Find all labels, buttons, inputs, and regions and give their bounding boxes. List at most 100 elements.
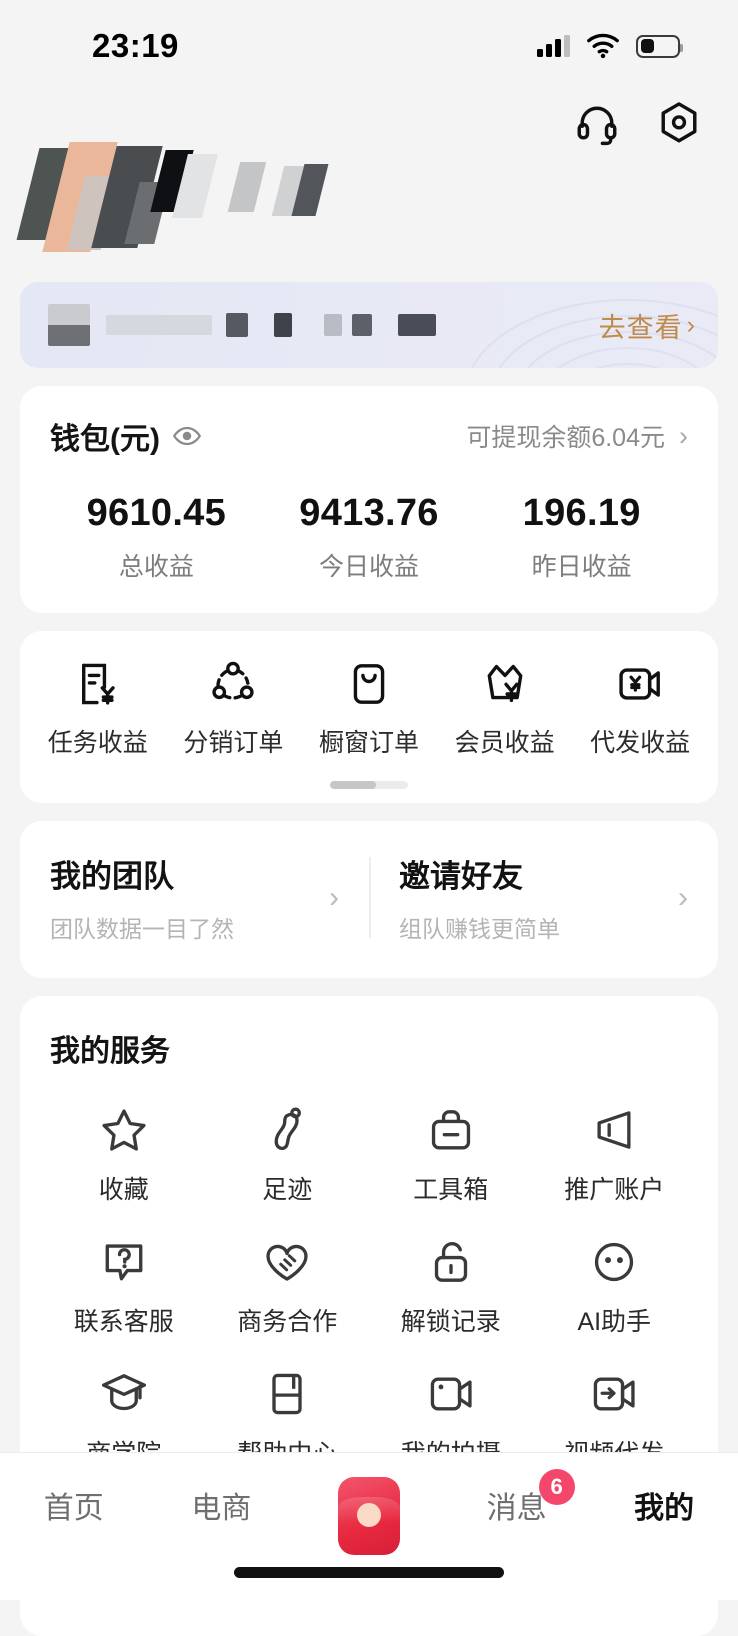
tab-messages[interactable]: 消息 6: [443, 1483, 591, 1527]
chevron-right-icon: ›: [687, 311, 696, 340]
megaphone-icon: [588, 1104, 640, 1156]
service-label: 解锁记录: [401, 1302, 501, 1338]
quick-action-label: 会员收益: [455, 723, 555, 759]
video-yuan-icon: [615, 659, 665, 709]
red-envelope-icon: [338, 1477, 400, 1555]
quick-action-member-income[interactable]: 会员收益: [437, 659, 573, 759]
share-nodes-icon: [208, 659, 258, 709]
service-label: 足迹: [262, 1170, 312, 1206]
service-item-favorites[interactable]: 收藏: [42, 1104, 206, 1206]
banner-blurred-text: [48, 304, 436, 346]
avatar: [28, 140, 328, 255]
services-title: 我的服务: [50, 1026, 696, 1070]
quick-action-label: 分销订单: [183, 723, 283, 759]
service-label: AI助手: [577, 1302, 651, 1338]
chevron-right-icon: ›: [678, 881, 688, 915]
banner-cta-label: 去查看: [599, 306, 683, 345]
wallet-card: 钱包(元) 可提现余额6.04元 › 9610.45 总收益 9413.76 今…: [20, 386, 718, 613]
shopping-bag-icon: [344, 659, 394, 709]
service-item-promotion-account[interactable]: 推广账户: [533, 1104, 697, 1206]
tab-mine[interactable]: 我的: [590, 1483, 738, 1527]
video-forward-icon: [588, 1368, 640, 1420]
header-actions: [574, 100, 702, 146]
stat-label: 今日收益: [263, 547, 476, 583]
team-entry-title: 我的团队: [50, 851, 234, 896]
camera-video-icon: [425, 1368, 477, 1420]
wallet-title: 钱包(元): [50, 414, 202, 458]
quick-actions-card: 任务收益 分销订单 橱窗订单: [20, 631, 718, 803]
status-bar-indicators: [537, 33, 680, 59]
settings-hex-icon[interactable]: [656, 100, 702, 146]
tab-label: 电商: [191, 1483, 251, 1527]
wallet-title-label: 钱包(元): [50, 414, 160, 458]
service-label: 收藏: [99, 1170, 149, 1206]
status-bar-time: 23:19: [92, 27, 179, 65]
bottom-tab-bar: 首页 电商 消息 6 我的: [0, 1452, 738, 1600]
service-item-unlock-records[interactable]: 解锁记录: [369, 1236, 533, 1338]
quick-action-distribution-orders[interactable]: 分销订单: [166, 659, 302, 759]
toolbox-icon: [425, 1104, 477, 1156]
tab-label: 消息: [487, 1483, 547, 1527]
service-label: 推广账户: [564, 1170, 664, 1206]
service-item-ai-assistant[interactable]: AI助手: [533, 1236, 697, 1338]
wallet-stat-total[interactable]: 9610.45 总收益: [50, 492, 263, 583]
home-indicator: [234, 1567, 504, 1578]
signal-bars-icon: [537, 35, 570, 57]
withdrawable-balance-label: 可提现余额6.04元: [466, 418, 665, 454]
battery-icon: [636, 35, 680, 58]
team-entry-invite-friends[interactable]: 邀请好友 组队赚钱更简单 ›: [369, 851, 718, 944]
quick-actions-row: 任务收益 分销订单 橱窗订单: [30, 659, 708, 759]
quick-action-label: 橱窗订单: [319, 723, 419, 759]
wallet-header: 钱包(元) 可提现余额6.04元 ›: [50, 414, 688, 458]
quick-action-dropship-income[interactable]: 代发收益: [572, 659, 708, 759]
team-entry-title: 邀请好友: [399, 851, 560, 896]
unlock-icon: [425, 1236, 477, 1288]
tab-red-envelope[interactable]: [295, 1483, 443, 1555]
stat-value: 196.19: [475, 492, 688, 535]
banner-cta[interactable]: 去查看 ›: [599, 306, 696, 345]
invoice-yuan-icon: [73, 659, 123, 709]
team-card: 我的团队 团队数据一目了然 › 邀请好友 组队赚钱更简单 ›: [20, 821, 718, 978]
team-entry-subtitle: 组队赚钱更简单: [399, 910, 560, 944]
team-entry-subtitle: 团队数据一目了然: [50, 910, 234, 944]
footprint-icon: [261, 1104, 313, 1156]
crown-yuan-icon: [480, 659, 530, 709]
quick-action-showcase-orders[interactable]: 橱窗订单: [301, 659, 437, 759]
handshake-heart-icon: [261, 1236, 313, 1288]
team-entry-my-team[interactable]: 我的团队 团队数据一目了然 ›: [20, 851, 369, 944]
quick-action-label: 任务收益: [48, 723, 148, 759]
ai-face-icon: [588, 1236, 640, 1288]
service-label: 联系客服: [74, 1302, 174, 1338]
tab-ecommerce[interactable]: 电商: [148, 1483, 296, 1527]
withdrawable-balance[interactable]: 可提现余额6.04元 ›: [466, 418, 688, 454]
wifi-icon: [586, 33, 620, 59]
carousel-scroll-indicator[interactable]: [330, 781, 408, 789]
stat-value: 9413.76: [263, 492, 476, 535]
chevron-right-icon: ›: [679, 421, 688, 452]
star-icon: [98, 1104, 150, 1156]
wallet-stat-today[interactable]: 9413.76 今日收益: [263, 492, 476, 583]
wallet-stats: 9610.45 总收益 9413.76 今日收益 196.19 昨日收益: [50, 492, 688, 583]
tab-label: 首页: [44, 1483, 104, 1527]
graduation-cap-icon: [98, 1368, 150, 1420]
headset-icon[interactable]: [574, 100, 620, 146]
service-label: 工具箱: [413, 1170, 488, 1206]
service-item-toolbox[interactable]: 工具箱: [369, 1104, 533, 1206]
app-screen: 23:19: [0, 0, 738, 1600]
stat-label: 总收益: [50, 547, 263, 583]
announcement-banner[interactable]: 去查看 ›: [20, 282, 718, 368]
tab-home[interactable]: 首页: [0, 1483, 148, 1527]
profile-header: [0, 92, 738, 272]
wallet-stat-yesterday[interactable]: 196.19 昨日收益: [475, 492, 688, 583]
stat-label: 昨日收益: [475, 547, 688, 583]
tab-label: 我的: [634, 1483, 694, 1527]
service-item-footprints[interactable]: 足迹: [206, 1104, 370, 1206]
service-item-business-cooperation[interactable]: 商务合作: [206, 1236, 370, 1338]
quick-action-task-income[interactable]: 任务收益: [30, 659, 166, 759]
service-label: 商务合作: [237, 1302, 337, 1338]
eye-icon[interactable]: [172, 421, 202, 451]
book-icon: [261, 1368, 313, 1420]
service-item-contact-support[interactable]: 联系客服: [42, 1236, 206, 1338]
stat-value: 9610.45: [50, 492, 263, 535]
question-bubble-icon: [98, 1236, 150, 1288]
